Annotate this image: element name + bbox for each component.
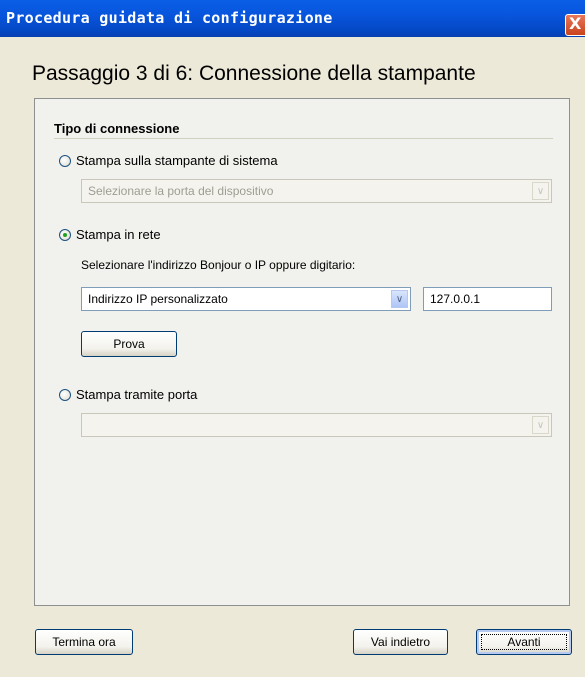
port-select[interactable]: Selezionare la porta del dispositivo ∨ [81, 179, 552, 203]
chevron-down-icon: ∨ [532, 182, 549, 200]
chevron-down-icon: ∨ [532, 416, 549, 434]
title-bar: Procedura guidata di configurazione X [0, 0, 585, 37]
radio-port-label: Stampa tramite porta [76, 387, 198, 402]
focus-ring [481, 634, 567, 650]
port-select-value: Selezionare la porta del dispositivo [88, 184, 274, 198]
port-value-select[interactable]: ∨ [81, 413, 552, 437]
radio-system-printer-label: Stampa sulla stampante di sistema [76, 153, 278, 168]
address-type-value: Indirizzo IP personalizzato [88, 292, 228, 306]
radio-button-icon [59, 154, 71, 167]
close-icon: X [569, 14, 582, 33]
next-button[interactable]: Avanti [476, 629, 572, 655]
network-instruction: Selezionare l'indirizzo Bonjour o IP opp… [81, 258, 356, 272]
chevron-down-icon: ∨ [391, 290, 408, 308]
close-button[interactable]: X [565, 14, 585, 36]
group-label-connection-type: Tipo di connessione [54, 121, 180, 136]
ip-address-value: 127.0.0.1 [430, 292, 481, 306]
radio-system-printer[interactable]: Stampa sulla stampante di sistema [59, 153, 278, 168]
ip-address-input[interactable]: 127.0.0.1 [423, 287, 552, 311]
page-title: Passaggio 3 di 6: Connessione della stam… [32, 62, 476, 85]
radio-network-label: Stampa in rete [76, 227, 161, 242]
back-button[interactable]: Vai indietro [353, 629, 448, 655]
window-title: Procedura guidata di configurazione [6, 9, 333, 27]
address-type-select[interactable]: Indirizzo IP personalizzato ∨ [81, 287, 411, 311]
test-button[interactable]: Prova [81, 331, 177, 357]
radio-button-icon [59, 228, 71, 241]
radio-network[interactable]: Stampa in rete [59, 227, 161, 242]
finish-now-button[interactable]: Termina ora [35, 629, 133, 655]
radio-button-icon [59, 388, 71, 401]
group-divider [54, 138, 553, 139]
radio-port[interactable]: Stampa tramite porta [59, 387, 197, 402]
